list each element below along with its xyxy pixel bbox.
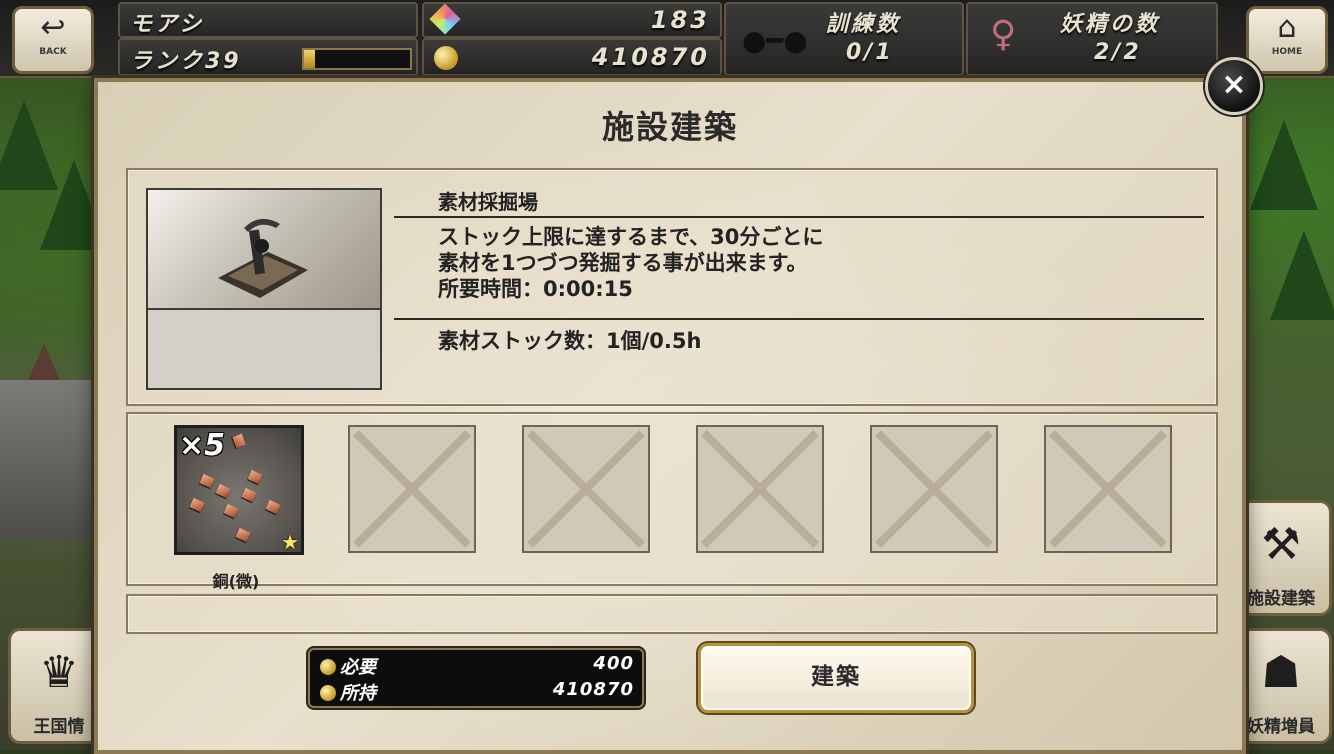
owned-label: 所持 xyxy=(340,683,376,704)
materials-panel: ×5 ★ 銅(微) xyxy=(126,412,1218,591)
fairy-value: 2/2 xyxy=(1094,40,1142,65)
gem-box: 183 xyxy=(422,2,722,38)
home-button[interactable]: ⌂ HOME xyxy=(1246,6,1328,74)
gold-coin-icon xyxy=(320,659,336,675)
fairy-increase-label: 妖精増員 xyxy=(1247,717,1315,737)
tree xyxy=(1250,120,1318,210)
gold-count: 410870 xyxy=(591,43,710,71)
item-slot-copper[interactable]: ×5 ★ 銅(微) xyxy=(174,425,304,591)
back-label: BACK xyxy=(39,47,67,57)
mine-image xyxy=(148,190,380,310)
message-bar xyxy=(126,594,1218,634)
star-icon: ★ xyxy=(281,530,299,554)
gold-coin-icon xyxy=(434,46,458,70)
close-icon: × xyxy=(1221,67,1247,102)
training-box: ●━● 訓練数 0/1 xyxy=(724,2,964,76)
divider xyxy=(394,318,1204,320)
home-label: HOME xyxy=(1271,47,1303,57)
copper-ore-icon xyxy=(215,483,231,499)
cost-box: 必要 400 所持 410870 xyxy=(308,648,644,708)
owned-value: 410870 xyxy=(552,679,634,700)
kingdom-info-label: 王国情 xyxy=(33,717,85,737)
owned-cost-row: 所持 410870 xyxy=(320,679,636,705)
description-line-2: 素材を1つづつ発掘する事が出来ます。 xyxy=(438,251,808,275)
gold-box: 410870 xyxy=(422,38,722,76)
dumbbell-icon: ●━● xyxy=(742,24,808,57)
gold-coin-icon xyxy=(320,685,336,701)
divider xyxy=(394,216,1204,218)
copper-ore-icon xyxy=(189,497,205,513)
rank-box: ランク39 xyxy=(118,38,418,76)
facility-build-dialog: 施設建築 素材採掘場 ストック上限に達するまで、30分ごとに 素材を1つづつ発掘… xyxy=(94,78,1246,754)
item-quantity: ×5 xyxy=(179,428,226,463)
empty-slot-x-icon xyxy=(875,430,993,548)
empty-item-slot xyxy=(1044,425,1172,553)
fairy-silhouette-icon: ☗ xyxy=(1261,647,1301,698)
training-value: 0/1 xyxy=(846,40,894,65)
top-hud: モアシ ランク39 183 410870 ●━● 訓練数 0/1 ♀ 妖精の数 … xyxy=(0,0,1334,78)
fairy-label: 妖精の数 xyxy=(1060,12,1161,37)
facility-info-panel: 素材採掘場 ストック上限に達するまで、30分ごとに 素材を1つづつ発掘する事が出… xyxy=(126,168,1218,406)
close-button[interactable]: × xyxy=(1205,57,1263,115)
fairy-box: ♀ 妖精の数 2/2 xyxy=(966,2,1218,76)
required-value: 400 xyxy=(593,653,634,674)
rank-label: ランク39 xyxy=(130,49,242,74)
castle xyxy=(0,344,92,540)
facility-name: 素材採掘場 xyxy=(438,190,538,214)
pickaxe-mine-icon xyxy=(218,218,308,298)
empty-slot-x-icon xyxy=(701,430,819,548)
build-button[interactable]: 建築 xyxy=(698,643,974,713)
required-label: 必要 xyxy=(340,657,376,678)
empty-item-slot xyxy=(870,425,998,553)
facility-build-side-label: 施設建築 xyxy=(1247,589,1315,609)
description-line-1: ストック上限に達するまで、30分ごとに xyxy=(438,225,824,249)
home-icon: ⌂ xyxy=(1277,10,1297,45)
empty-item-slot xyxy=(522,425,650,553)
player-name: モアシ xyxy=(130,12,205,37)
training-label: 訓練数 xyxy=(826,12,902,37)
back-arrow-icon: ↩ xyxy=(40,10,66,45)
copper-ore-icon xyxy=(235,527,251,543)
stock-info: 素材ストック数：1個/0.5h xyxy=(438,329,702,353)
rank-progress-bar xyxy=(302,48,412,70)
crown-icon: ♛ xyxy=(39,647,79,698)
facility-thumbnail xyxy=(146,188,382,390)
item-name: 銅(微) xyxy=(212,572,260,591)
empty-item-slot xyxy=(348,425,476,553)
player-name-box: モアシ xyxy=(118,2,418,38)
dialog-title: 施設建築 xyxy=(601,108,738,146)
tree xyxy=(1270,230,1334,320)
required-cost-row: 必要 400 xyxy=(320,653,636,679)
required-time: 所要時間：0:00:15 xyxy=(438,277,633,301)
copper-ore-icon xyxy=(223,503,239,519)
fairy-icon: ♀ xyxy=(990,14,1017,55)
gem-count: 183 xyxy=(650,6,710,34)
empty-slot-x-icon xyxy=(1049,430,1167,548)
rank-progress-fill xyxy=(304,50,315,68)
empty-item-slot xyxy=(696,425,824,553)
copper-ore-icon xyxy=(241,487,257,503)
back-button[interactable]: ↩ BACK xyxy=(12,6,94,74)
copper-ore-icon xyxy=(232,433,246,449)
empty-slot-x-icon xyxy=(353,430,471,548)
hammer-icon: ⚒ xyxy=(1261,519,1301,570)
copper-ore-icon xyxy=(265,499,281,515)
copper-ore-icon xyxy=(199,473,215,489)
empty-slot-x-icon xyxy=(527,430,645,548)
gem-icon xyxy=(429,3,461,35)
copper-ore-icon xyxy=(247,469,263,485)
